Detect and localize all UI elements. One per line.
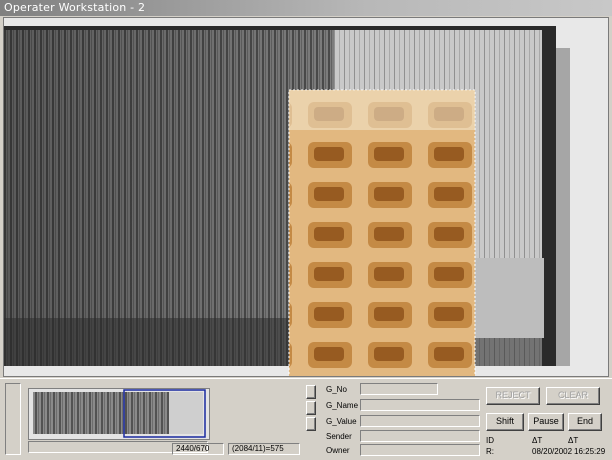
g-no-label: G_No: [326, 385, 347, 394]
owner-label: Owner: [326, 446, 350, 455]
nav-down-button[interactable]: [306, 417, 316, 431]
overview-scan-thumbnail: [29, 389, 209, 439]
title-bar: Operater Workstation - 2: [0, 0, 612, 16]
g-value-field: [360, 415, 480, 427]
clear-button[interactable]: CLEAR: [546, 387, 600, 405]
status-date: 08/20/2002: [532, 447, 573, 456]
delta-t-label: ΔT: [532, 436, 543, 445]
owner-field: [360, 444, 480, 456]
reject-button[interactable]: REJECT: [486, 387, 540, 405]
vertical-scrollbar[interactable]: [5, 383, 21, 455]
window-title: Operater Workstation - 2: [4, 1, 146, 14]
xray-image-viewer[interactable]: [3, 17, 609, 377]
pause-button[interactable]: Pause: [528, 413, 564, 431]
sender-field: [360, 430, 480, 442]
delta-t2-label: ΔT: [568, 436, 579, 445]
g-value-label: G_Value: [326, 417, 357, 426]
overview-thumbnail[interactable]: [28, 388, 210, 440]
coord-right-readout: (2084/11)=575: [228, 443, 300, 455]
coord-left-readout: 2440/670: [172, 443, 224, 455]
sender-label: Sender: [326, 432, 352, 441]
nav-mid-button[interactable]: [306, 401, 316, 415]
r-label: R:: [486, 447, 494, 456]
highlight-region[interactable]: [288, 89, 476, 377]
g-name-field: [360, 399, 480, 411]
g-name-label: G_Name: [326, 401, 359, 410]
xray-scan-image: [4, 18, 608, 377]
nav-up-button[interactable]: [306, 385, 316, 399]
id-label: ID: [486, 436, 494, 445]
status-time: 16:25:29: [574, 447, 606, 456]
shift-button[interactable]: Shift: [486, 413, 524, 431]
end-button[interactable]: End: [568, 413, 602, 431]
g-no-field: [360, 383, 438, 395]
control-panel: 2440/670 (2084/11)=575 G_No G_Name G_Val…: [0, 378, 612, 460]
